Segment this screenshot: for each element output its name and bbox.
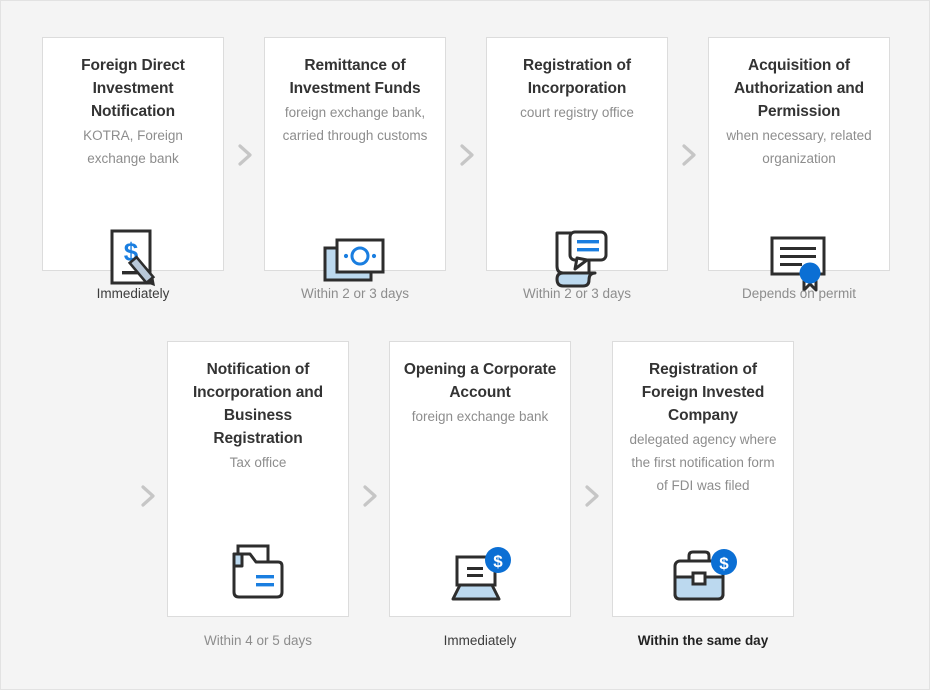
step-card-5[interactable]: Notification of Incorporation and Busine… bbox=[167, 341, 349, 617]
step-card-6[interactable]: Opening a Corporate Account foreign exch… bbox=[389, 341, 571, 617]
step-title-5: Notification of Incorporation and Busine… bbox=[181, 358, 336, 450]
step-card-1[interactable]: Foreign Direct Investment Notification K… bbox=[42, 37, 224, 271]
laptop-dollar-badge-icon: $ bbox=[390, 547, 570, 605]
step-card-2[interactable]: Remittance of Investment Funds foreign e… bbox=[264, 37, 446, 271]
step-caption-7: Within the same day bbox=[612, 632, 794, 650]
briefcase-dollar-badge-icon: $ bbox=[613, 547, 793, 605]
document-speech-bubble-icon bbox=[487, 228, 667, 292]
step-caption-1: Immediately bbox=[42, 285, 224, 303]
step-card-7[interactable]: Registration of Foreign Invested Company… bbox=[612, 341, 794, 617]
fdi-procedure-flow-diagram: Foreign Direct Investment Notification K… bbox=[0, 0, 930, 690]
step-subtitle-3: court registry office bbox=[500, 101, 655, 124]
step-subtitle-5: Tax office bbox=[181, 451, 336, 474]
step-title-7: Registration of Foreign Invested Company bbox=[626, 358, 781, 427]
folder-document-icon bbox=[168, 542, 348, 604]
chevron-right-icon-5 bbox=[359, 481, 381, 511]
svg-text:$: $ bbox=[719, 554, 729, 573]
step-subtitle-4: when necessary, related organization bbox=[722, 124, 877, 170]
step-caption-3: Within 2 or 3 days bbox=[486, 285, 668, 303]
step-caption-2: Within 2 or 3 days bbox=[264, 285, 446, 303]
step-card-3[interactable]: Registration of Incorporation court regi… bbox=[486, 37, 668, 271]
step-caption-4: Depends on permit bbox=[708, 285, 890, 303]
certificate-seal-icon bbox=[709, 234, 889, 292]
chevron-right-icon-1 bbox=[234, 140, 256, 170]
step-title-6: Opening a Corporate Account bbox=[403, 358, 558, 404]
step-subtitle-6: foreign exchange bank bbox=[403, 405, 558, 428]
step-title-1: Foreign Direct Investment Notification bbox=[56, 54, 211, 123]
step-subtitle-2: foreign exchange bank, carried through c… bbox=[278, 101, 433, 147]
step-title-2: Remittance of Investment Funds bbox=[278, 54, 433, 100]
step-caption-5: Within 4 or 5 days bbox=[167, 632, 349, 650]
step-subtitle-7: delegated agency where the first notific… bbox=[626, 428, 781, 497]
step-title-3: Registration of Incorporation bbox=[500, 54, 655, 100]
step-caption-6: Immediately bbox=[389, 632, 571, 650]
step-card-4[interactable]: Acquisition of Authorization and Permiss… bbox=[708, 37, 890, 271]
chevron-right-icon-6 bbox=[581, 481, 603, 511]
chevron-right-icon-3 bbox=[678, 140, 700, 170]
step-title-4: Acquisition of Authorization and Permiss… bbox=[722, 54, 877, 123]
document-dollar-pen-icon: $ bbox=[43, 228, 223, 290]
chevron-right-icon-4 bbox=[137, 481, 159, 511]
step-subtitle-1: KOTRA, Foreign exchange bank bbox=[56, 124, 211, 170]
svg-text:$: $ bbox=[493, 552, 503, 571]
chevron-right-icon-2 bbox=[456, 140, 478, 170]
